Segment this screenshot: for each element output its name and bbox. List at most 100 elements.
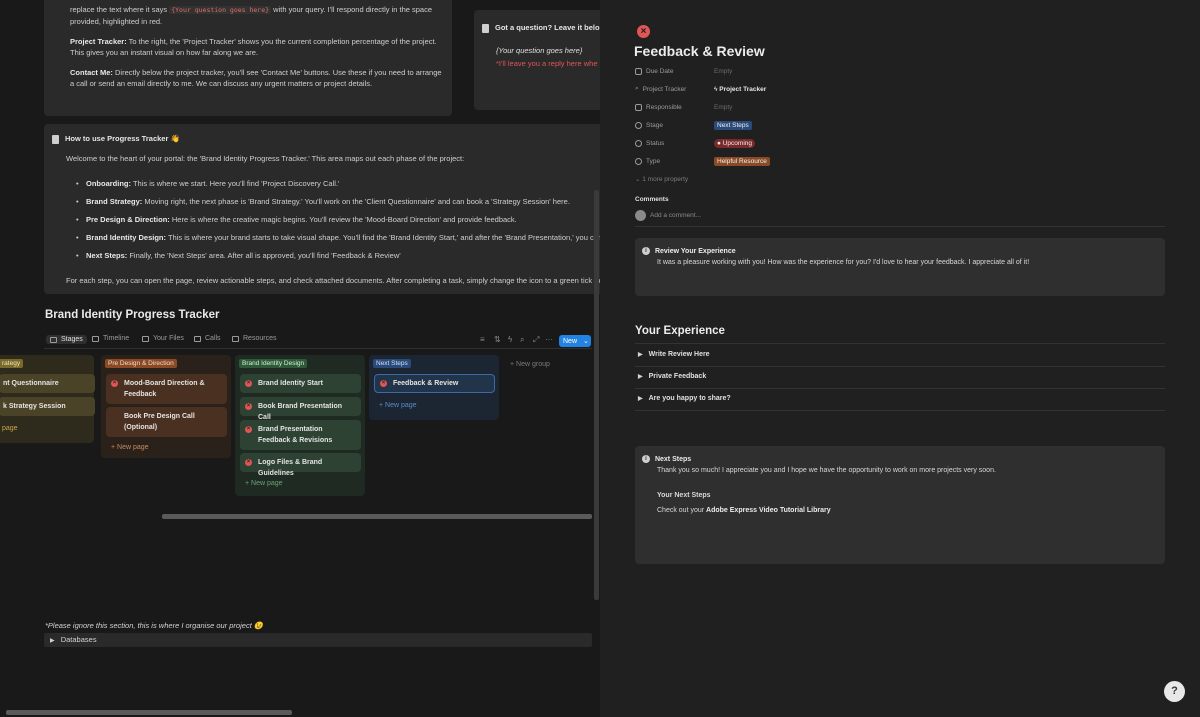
list-icon [142, 335, 149, 342]
group-label: Pre Design & Direction [105, 359, 177, 368]
card[interactable]: Book Pre Design Call (Optional) [106, 407, 227, 437]
group-label: rategy [0, 359, 24, 368]
board-scrollbar[interactable] [162, 514, 592, 519]
new-page-link[interactable]: + New page [245, 480, 283, 487]
prop-stage[interactable]: Stage Next Steps [635, 119, 1175, 131]
page-title[interactable]: Feedback & Review [634, 43, 765, 59]
tab-resources[interactable]: Resources [232, 335, 276, 342]
search-icon: ⌕ [635, 85, 639, 92]
question-code: {Your question goes here} [169, 6, 272, 14]
more-icon[interactable]: ··· [545, 335, 553, 344]
page-scrollbar[interactable] [594, 190, 599, 600]
page-icon [52, 134, 59, 144]
filter-icon[interactable]: ≡ [480, 335, 485, 344]
toggle-write-review[interactable]: ▶ Write Review Here [638, 351, 710, 358]
card[interactable]: nt Questionnaire [0, 374, 95, 393]
board-group-pre-design: Pre Design & Direction × Mood-Board Direc… [101, 355, 231, 458]
card[interactable]: × Feedback & Review [374, 374, 495, 393]
your-experience-heading: Your Experience [635, 325, 725, 337]
help-button[interactable]: ? [1164, 681, 1185, 702]
howto-item: Next Steps: Finally, the 'Next Steps' ar… [76, 250, 600, 261]
chevron-down-icon[interactable]: ⌄ [583, 337, 589, 345]
select-icon [635, 157, 642, 165]
new-page-link[interactable]: page [2, 425, 18, 432]
caret-right-icon: ▶ [638, 374, 643, 380]
toggle-private-feedback[interactable]: ▶ Private Feedback [638, 373, 706, 380]
divider [635, 366, 1165, 367]
prop-project-tracker[interactable]: ⌕ Project Tracker ϟ Project Tracker [635, 83, 1175, 95]
avatar [635, 210, 646, 221]
howto-title: How to use Progress Tracker 👋 [65, 134, 180, 143]
comments-label: Comments [635, 196, 669, 203]
reply-text: *I'll leave you a reply here whe [496, 59, 598, 68]
caret-right-icon: ▶ [638, 352, 643, 358]
page-icon [482, 23, 489, 33]
automation-icon[interactable]: ϟ [508, 335, 512, 344]
divider [635, 343, 1165, 344]
card[interactable]: × Logo Files & Brand Guidelines [240, 453, 361, 477]
tracker-instructions: Project Tracker: To the right, the 'Proj… [70, 37, 437, 57]
prop-due-date[interactable]: Due Date Empty [635, 65, 1175, 77]
status-icon [635, 139, 642, 147]
howto-item: Brand Strategy: Moving right, the next p… [76, 196, 600, 207]
card[interactable]: × Book Brand Presentation Call [240, 397, 361, 421]
card[interactable]: × Brand Presentation Feedback & Revisions [240, 420, 361, 450]
close-status-icon[interactable]: × [111, 380, 118, 387]
tab-your-files[interactable]: Your Files [142, 335, 184, 342]
info-icon: i [642, 455, 650, 464]
divider [635, 410, 1165, 411]
question-placeholder[interactable]: {Your question goes here} [496, 45, 600, 56]
your-next-steps-heading: Your Next Steps [657, 492, 711, 499]
close-status-icon[interactable]: × [245, 459, 252, 466]
status-tag: ● Upcoming [714, 138, 755, 148]
next-steps-callout: i Next Steps Thank you so much! I apprec… [635, 446, 1165, 564]
tab-stages[interactable]: Stages [46, 335, 87, 344]
chevron-down-icon: ⌄ [635, 176, 641, 183]
expand-icon[interactable]: ⤢ [533, 335, 539, 345]
toggle-happy-to-share[interactable]: ▶ Are you happy to share? [638, 395, 731, 402]
howto-outro: For each step, you can open the page, re… [66, 276, 600, 285]
status-x-icon: × [637, 25, 650, 38]
tab-timeline[interactable]: Timeline [92, 335, 129, 342]
add-comment-input[interactable]: Add a comment... [635, 210, 701, 221]
new-page-link[interactable]: + New page [379, 402, 417, 409]
review-text: It was a pleasure working with you! How … [657, 259, 1030, 266]
divider [635, 388, 1165, 389]
organise-note: *Please ignore this section, this is whe… [45, 621, 264, 630]
main-page-pane: replace the text where it says {Your que… [0, 0, 600, 717]
card[interactable]: × Brand Identity Start [240, 374, 361, 393]
howto-item: Onboarding: This is where we start. Here… [76, 178, 600, 189]
card[interactable]: k Strategy Session [0, 397, 95, 416]
tab-calls[interactable]: Calls [194, 335, 221, 342]
question-instructions: replace the text where it says {Your que… [70, 5, 433, 26]
people-icon [635, 103, 642, 111]
group-label: Next Steps [373, 359, 411, 368]
howto-intro: Welcome to the heart of your portal: the… [66, 154, 465, 163]
instructions-callout: replace the text where it says {Your que… [44, 0, 452, 116]
prop-status[interactable]: Status ● Upcoming [635, 137, 1175, 149]
board-group-strategy: rategy nt Questionnaire k Strategy Sessi… [0, 355, 95, 443]
sort-icon[interactable]: ⇅ [494, 335, 501, 344]
close-status-icon[interactable]: × [245, 403, 252, 410]
card[interactable]: × Mood-Board Direction & Feedback [106, 374, 227, 404]
next-steps-text: Thank you so much! I appreciate you and … [657, 467, 996, 474]
prop-responsible[interactable]: Responsible Empty [635, 101, 1175, 113]
group-label: Brand Identity Design [239, 359, 308, 368]
new-button[interactable]: New ⌄ [559, 335, 591, 347]
new-group-button[interactable]: + New group [510, 361, 550, 368]
new-page-link[interactable]: + New page [111, 444, 149, 451]
page-horizontal-scrollbar[interactable] [6, 710, 292, 715]
databases-toggle[interactable]: ▶ Databases [44, 633, 592, 647]
search-icon[interactable]: ⌕ [520, 335, 524, 345]
close-status-icon[interactable]: × [245, 426, 252, 433]
close-status-icon[interactable]: × [245, 380, 252, 387]
question-box[interactable]: Got a question? Leave it belo {Your ques… [474, 10, 600, 110]
howto-callout: How to use Progress Tracker 👋 Welcome to… [44, 124, 600, 294]
review-callout: i Review Your Experience It was a pleasu… [635, 238, 1165, 296]
prop-type[interactable]: Type Helpful Resource [635, 155, 1175, 167]
close-status-icon[interactable]: × [380, 380, 387, 387]
more-properties[interactable]: ⌄ 1 more property [635, 173, 1175, 185]
tutorial-library-link[interactable]: Adobe Express Video Tutorial Library [706, 507, 831, 514]
bolt-icon: ϟ [714, 85, 718, 93]
type-tag: Helpful Resource [714, 156, 770, 166]
